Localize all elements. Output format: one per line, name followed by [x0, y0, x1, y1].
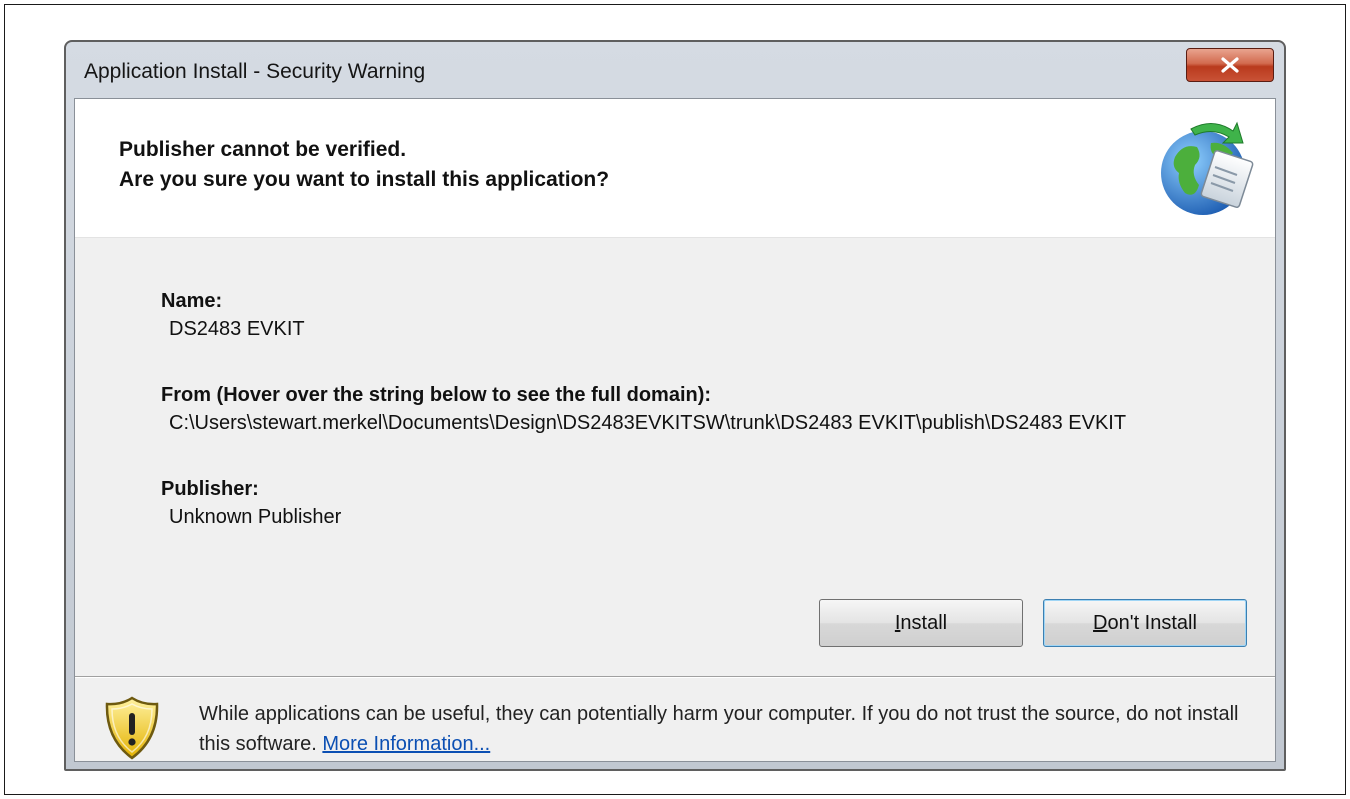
install-label: nstall — [900, 612, 948, 634]
window-title: Application Install - Security Warning — [84, 60, 426, 83]
publisher-value: Unknown Publisher — [169, 506, 342, 528]
name-field: Name: DS2483 EVKIT — [161, 287, 305, 343]
dont-install-label: on't Install — [1107, 612, 1197, 634]
from-field: From (Hover over the string below to see… — [161, 381, 1271, 437]
more-information-link[interactable]: More Information... — [322, 733, 490, 755]
close-icon — [1221, 57, 1239, 73]
name-value: DS2483 EVKIT — [169, 318, 305, 340]
dont-install-mnemonic: D — [1093, 612, 1108, 634]
install-button[interactable]: Install — [819, 599, 1023, 647]
dialog-window: Application Install - Security Warning P… — [64, 40, 1286, 771]
headline-line-2: Are you sure you want to install this ap… — [119, 168, 610, 191]
from-label: From (Hover over the string below to see… — [161, 384, 712, 406]
warning-text: While applications can be useful, they c… — [199, 699, 1259, 759]
headline: Publisher cannot be verified. Are you su… — [119, 135, 609, 195]
footer-separator — [75, 676, 1275, 678]
from-value[interactable]: C:\Users\stewart.merkel\Documents\Design… — [161, 409, 1271, 437]
publisher-label: Publisher: — [161, 478, 259, 500]
title-bar[interactable]: Application Install - Security Warning — [66, 42, 1284, 100]
publisher-field: Publisher: Unknown Publisher — [161, 475, 341, 531]
shield-warning-icon — [105, 696, 159, 760]
globe-install-icon — [1161, 121, 1254, 215]
close-button[interactable] — [1186, 48, 1274, 82]
name-label: Name: — [161, 290, 223, 312]
dialog-client-area: Publisher cannot be verified. Are you su… — [74, 98, 1276, 762]
dont-install-button[interactable]: Don't Install — [1043, 599, 1247, 647]
header-panel: Publisher cannot be verified. Are you su… — [75, 99, 1275, 238]
headline-line-1: Publisher cannot be verified. — [119, 138, 407, 161]
